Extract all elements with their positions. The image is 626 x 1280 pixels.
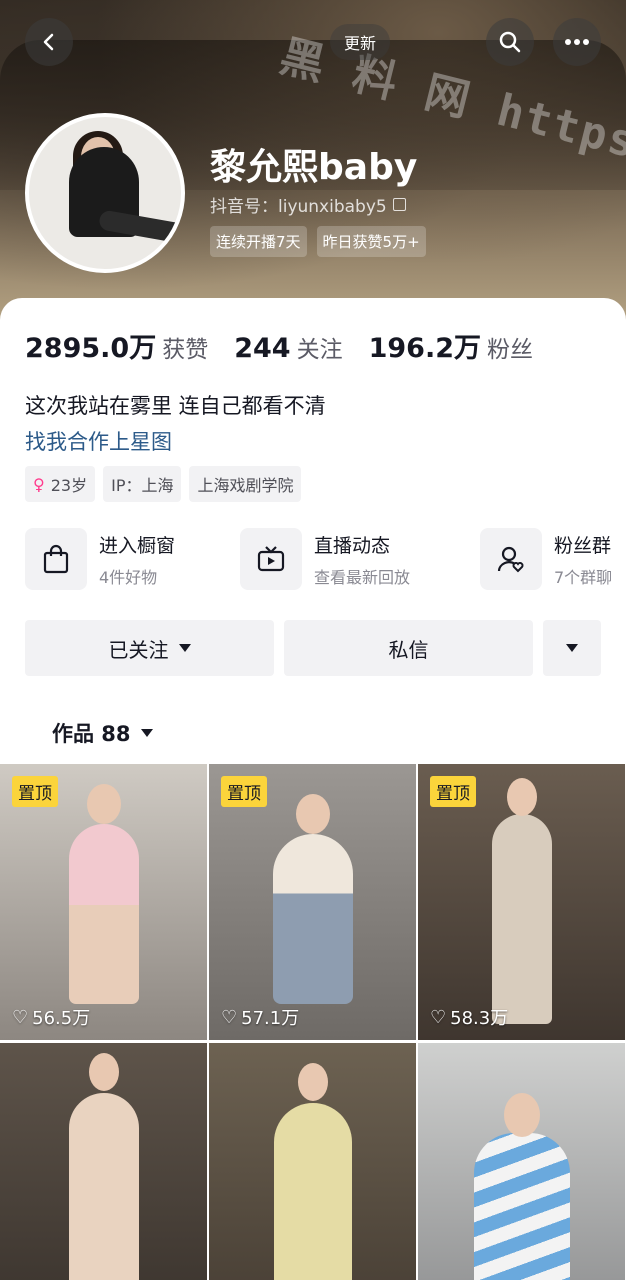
message-label: 私信 (388, 637, 429, 662)
shortcut-live[interactable]: 直播动态 查看最新回放 (240, 528, 410, 590)
caret-down-icon (140, 729, 153, 737)
bio-link[interactable]: 找我合作上星图 (25, 426, 172, 456)
search-icon (499, 31, 521, 53)
stat-likes-label: 获赞 (162, 337, 209, 363)
profile-name: 黎允熙baby (210, 147, 418, 188)
chip-ip: IP：上海 (103, 466, 182, 502)
copy-icon[interactable] (392, 198, 406, 211)
video-tile[interactable]: 置顶 ♡ 58.3万 (418, 764, 625, 1040)
stat-likes-num: 2895.0万 (25, 333, 157, 364)
shortcuts-row: 进入橱窗 4件好物 直播动态 查看最新回放 粉丝群 7个群聊 (25, 528, 626, 590)
chevron-left-icon (43, 33, 54, 51)
shortcut-live-sub: 查看最新回放 (314, 567, 411, 587)
video-tile[interactable]: 置顶 ♡ 57.1万 (209, 764, 416, 1040)
followed-label: 已关注 (108, 637, 169, 662)
stat-following-num: 244 (234, 333, 291, 364)
heart-icon: ♡ (12, 1006, 29, 1028)
video-tile[interactable]: 置顶 ♡ 56.5万 (0, 764, 207, 1040)
followed-button[interactable]: 已关注 (25, 620, 274, 676)
stat-following-label: 关注 (296, 337, 343, 363)
message-button[interactable]: 私信 (284, 620, 533, 676)
video-grid: 置顶 ♡ 56.5万 置顶 ♡ 57.1万 置顶 ♡ 58.3万 (0, 764, 626, 1280)
profile-tags: 连续开播7天 昨日获赞5万+ (210, 226, 426, 257)
avatar[interactable] (25, 113, 185, 273)
female-icon: ♀ (33, 474, 45, 494)
tv-icon (240, 528, 302, 590)
heart-icon: ♡ (430, 1006, 447, 1028)
shortcut-showcase-sub: 4件好物 (99, 567, 158, 587)
more-actions-button[interactable] (543, 620, 601, 676)
stat-followers[interactable]: 196.2万 粉丝 (369, 326, 533, 365)
tab-works[interactable]: 作品 88 (52, 718, 153, 748)
action-buttons: 已关注 私信 (25, 620, 601, 676)
pinned-badge: 置顶 (12, 776, 58, 807)
douyin-id-text: 抖音号：liyunxibaby5 (210, 197, 387, 217)
shopping-bag-icon (25, 528, 87, 590)
pinned-badge: 置顶 (221, 776, 267, 807)
chip-age: ♀ 23岁 (25, 466, 96, 502)
stat-likes[interactable]: 2895.0万 获赞 (25, 326, 208, 365)
tab-works-label: 作品 88 (52, 722, 131, 746)
likes-count: ♡ 58.3万 (430, 1006, 509, 1030)
shortcut-showcase[interactable]: 进入橱窗 4件好物 (25, 528, 175, 590)
pinned-badge: 置顶 (430, 776, 476, 807)
likes-count: ♡ 56.5万 (12, 1006, 91, 1030)
bio-text: 这次我站在雾里 连自己都看不清 (25, 394, 326, 418)
info-chips: ♀ 23岁 IP：上海 上海戏剧学院 (25, 466, 302, 502)
tag-live-streak[interactable]: 连续开播7天 (210, 226, 307, 257)
chip-school[interactable]: 上海戏剧学院 (189, 466, 302, 502)
stats-row: 2895.0万 获赞 244 关注 196.2万 粉丝 (25, 326, 533, 365)
shortcut-fan-group[interactable]: 粉丝群 7个群聊 (480, 528, 612, 590)
more-button[interactable] (553, 18, 601, 66)
heart-icon: ♡ (221, 1006, 238, 1028)
tag-likes-yesterday[interactable]: 昨日获赞5万+ (316, 226, 426, 257)
profile-card: 2895.0万 获赞 244 关注 196.2万 粉丝 这次我站在雾里 连自己都… (0, 298, 626, 768)
shortcut-fan-group-sub: 7个群聊 (554, 567, 613, 587)
video-tile[interactable] (209, 1043, 416, 1280)
more-icon (565, 39, 589, 45)
shortcut-showcase-title: 进入橱窗 (99, 534, 176, 557)
back-button[interactable] (25, 18, 73, 66)
stat-followers-label: 粉丝 (486, 337, 533, 363)
update-pill[interactable]: 更新 (330, 24, 391, 60)
search-button[interactable] (486, 18, 534, 66)
stat-following[interactable]: 244 关注 (234, 330, 342, 364)
chip-age-text: 23岁 (50, 476, 88, 495)
caret-down-icon (566, 644, 578, 652)
video-tile[interactable] (418, 1043, 625, 1280)
shortcut-fan-group-title: 粉丝群 (554, 534, 612, 557)
shortcut-live-title: 直播动态 (314, 534, 391, 557)
douyin-id[interactable]: 抖音号：liyunxibaby5 (210, 192, 406, 217)
update-label: 更新 (344, 34, 377, 53)
stat-followers-num: 196.2万 (368, 333, 481, 364)
group-icon (480, 528, 542, 590)
caret-down-icon (178, 644, 191, 652)
video-tile[interactable] (0, 1043, 207, 1280)
likes-count: ♡ 57.1万 (221, 1006, 300, 1030)
